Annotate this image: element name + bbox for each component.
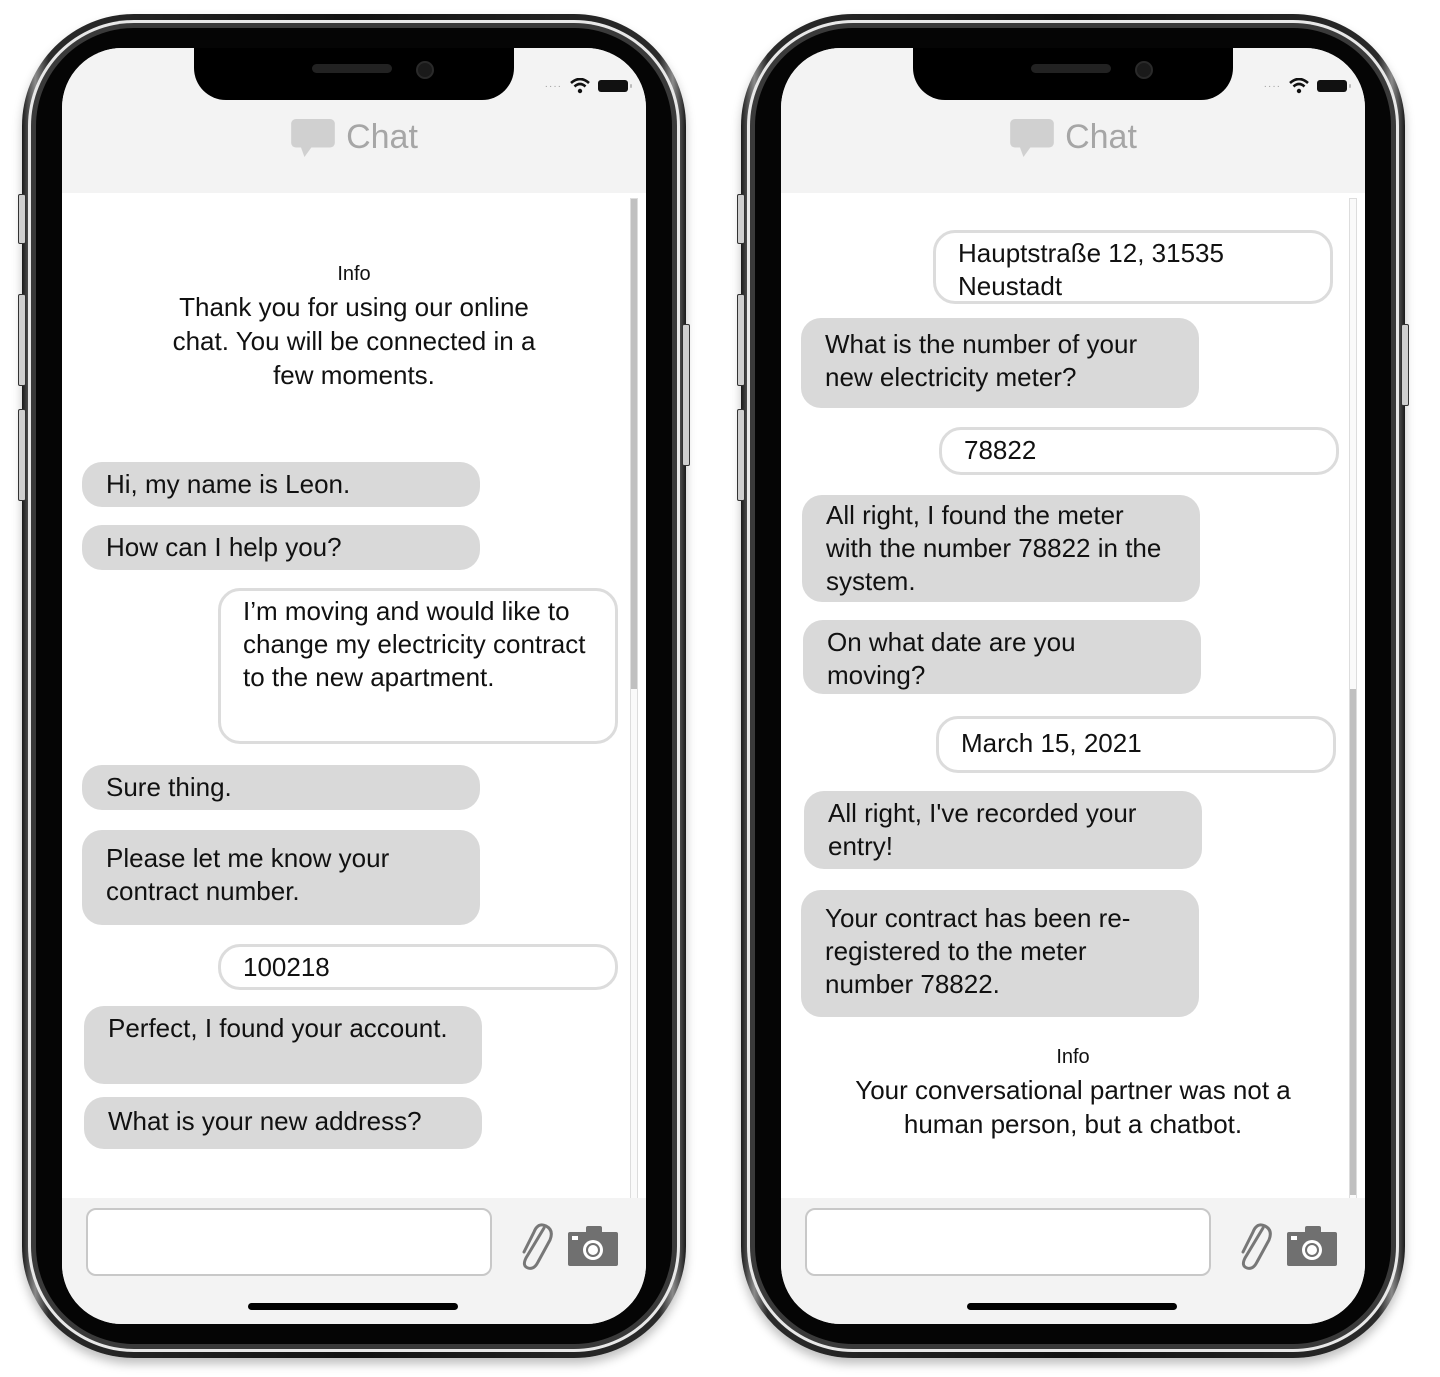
phone-left: Chat ···· Info Thank you for using our o… xyxy=(18,14,690,1358)
composer xyxy=(781,1198,1365,1324)
bot-message: What is the number of your new electrici… xyxy=(801,318,1199,408)
bot-message: All right, I found the meter with the nu… xyxy=(802,495,1200,602)
status-bar: ···· xyxy=(1263,78,1351,94)
front-camera xyxy=(1135,61,1153,79)
chat-screen: Chat ···· Info Thank you for using our o… xyxy=(62,48,646,1324)
wifi-icon xyxy=(1289,78,1309,94)
power-button xyxy=(682,324,690,466)
info-message: Info Thank you for using our online chat… xyxy=(62,263,646,392)
user-message: I’m moving and would like to change my e… xyxy=(218,588,618,744)
bot-message: Perfect, I found your account. xyxy=(84,1006,482,1084)
speaker xyxy=(1031,64,1111,73)
user-message: Hauptstraße 12, 31535 Neustadt xyxy=(933,230,1333,304)
info-label: Info xyxy=(1056,1046,1090,1068)
user-message: 78822 xyxy=(939,427,1339,475)
camera-icon[interactable] xyxy=(1287,1224,1339,1268)
speaker xyxy=(312,64,392,73)
battery-icon xyxy=(1317,80,1351,92)
power-button xyxy=(1401,324,1409,406)
camera-icon[interactable] xyxy=(568,1224,620,1268)
bot-message: All right, I've recorded your entry! xyxy=(804,791,1202,869)
bot-message: Your contract has been re-registered to … xyxy=(801,890,1199,1017)
silent-switch xyxy=(737,194,745,244)
chat-screen: Chat ···· Hauptstraße 12, 31535 Neustadt… xyxy=(781,48,1365,1324)
volume-down-button xyxy=(18,409,26,501)
bot-message: Please let me know your contract number. xyxy=(82,830,480,925)
front-camera xyxy=(416,61,434,79)
paperclip-icon[interactable] xyxy=(514,1220,554,1272)
info-message: Info Your conversational partner was not… xyxy=(781,1046,1365,1141)
bot-message: Sure thing. xyxy=(82,765,480,810)
notch xyxy=(194,48,514,100)
user-message: 100218 xyxy=(218,944,618,990)
volume-down-button xyxy=(737,409,745,501)
bot-message: How can I help you? xyxy=(82,525,480,570)
notch xyxy=(913,48,1233,100)
info-text: Thank you for using our online chat. You… xyxy=(172,292,536,390)
bot-message: On what date are you moving? xyxy=(803,620,1201,694)
signal-icon: ···· xyxy=(544,80,562,92)
battery-icon xyxy=(598,80,632,92)
volume-up-button xyxy=(18,294,26,386)
home-indicator[interactable] xyxy=(967,1303,1177,1310)
chat-title: Chat xyxy=(346,118,418,156)
chat-bubble-icon xyxy=(291,118,335,157)
message-input[interactable] xyxy=(86,1208,492,1276)
phone-right: Chat ···· Hauptstraße 12, 31535 Neustadt… xyxy=(737,14,1409,1358)
user-message: March 15, 2021 xyxy=(936,716,1336,773)
paperclip-icon[interactable] xyxy=(1233,1220,1273,1272)
chat-title: Chat xyxy=(1065,118,1137,156)
home-indicator[interactable] xyxy=(248,1303,458,1310)
composer xyxy=(62,1198,646,1324)
bot-message: What is your new address? xyxy=(84,1097,482,1149)
signal-icon: ···· xyxy=(1263,80,1281,92)
message-input[interactable] xyxy=(805,1208,1211,1276)
info-text: Your conversational partner was not a hu… xyxy=(855,1075,1291,1139)
chat-bubble-icon xyxy=(1010,118,1054,157)
info-label: Info xyxy=(337,263,371,285)
status-bar: ···· xyxy=(544,78,632,94)
silent-switch xyxy=(18,194,26,244)
wifi-icon xyxy=(570,78,590,94)
volume-up-button xyxy=(737,294,745,386)
bot-message: Hi, my name is Leon. xyxy=(82,462,480,507)
